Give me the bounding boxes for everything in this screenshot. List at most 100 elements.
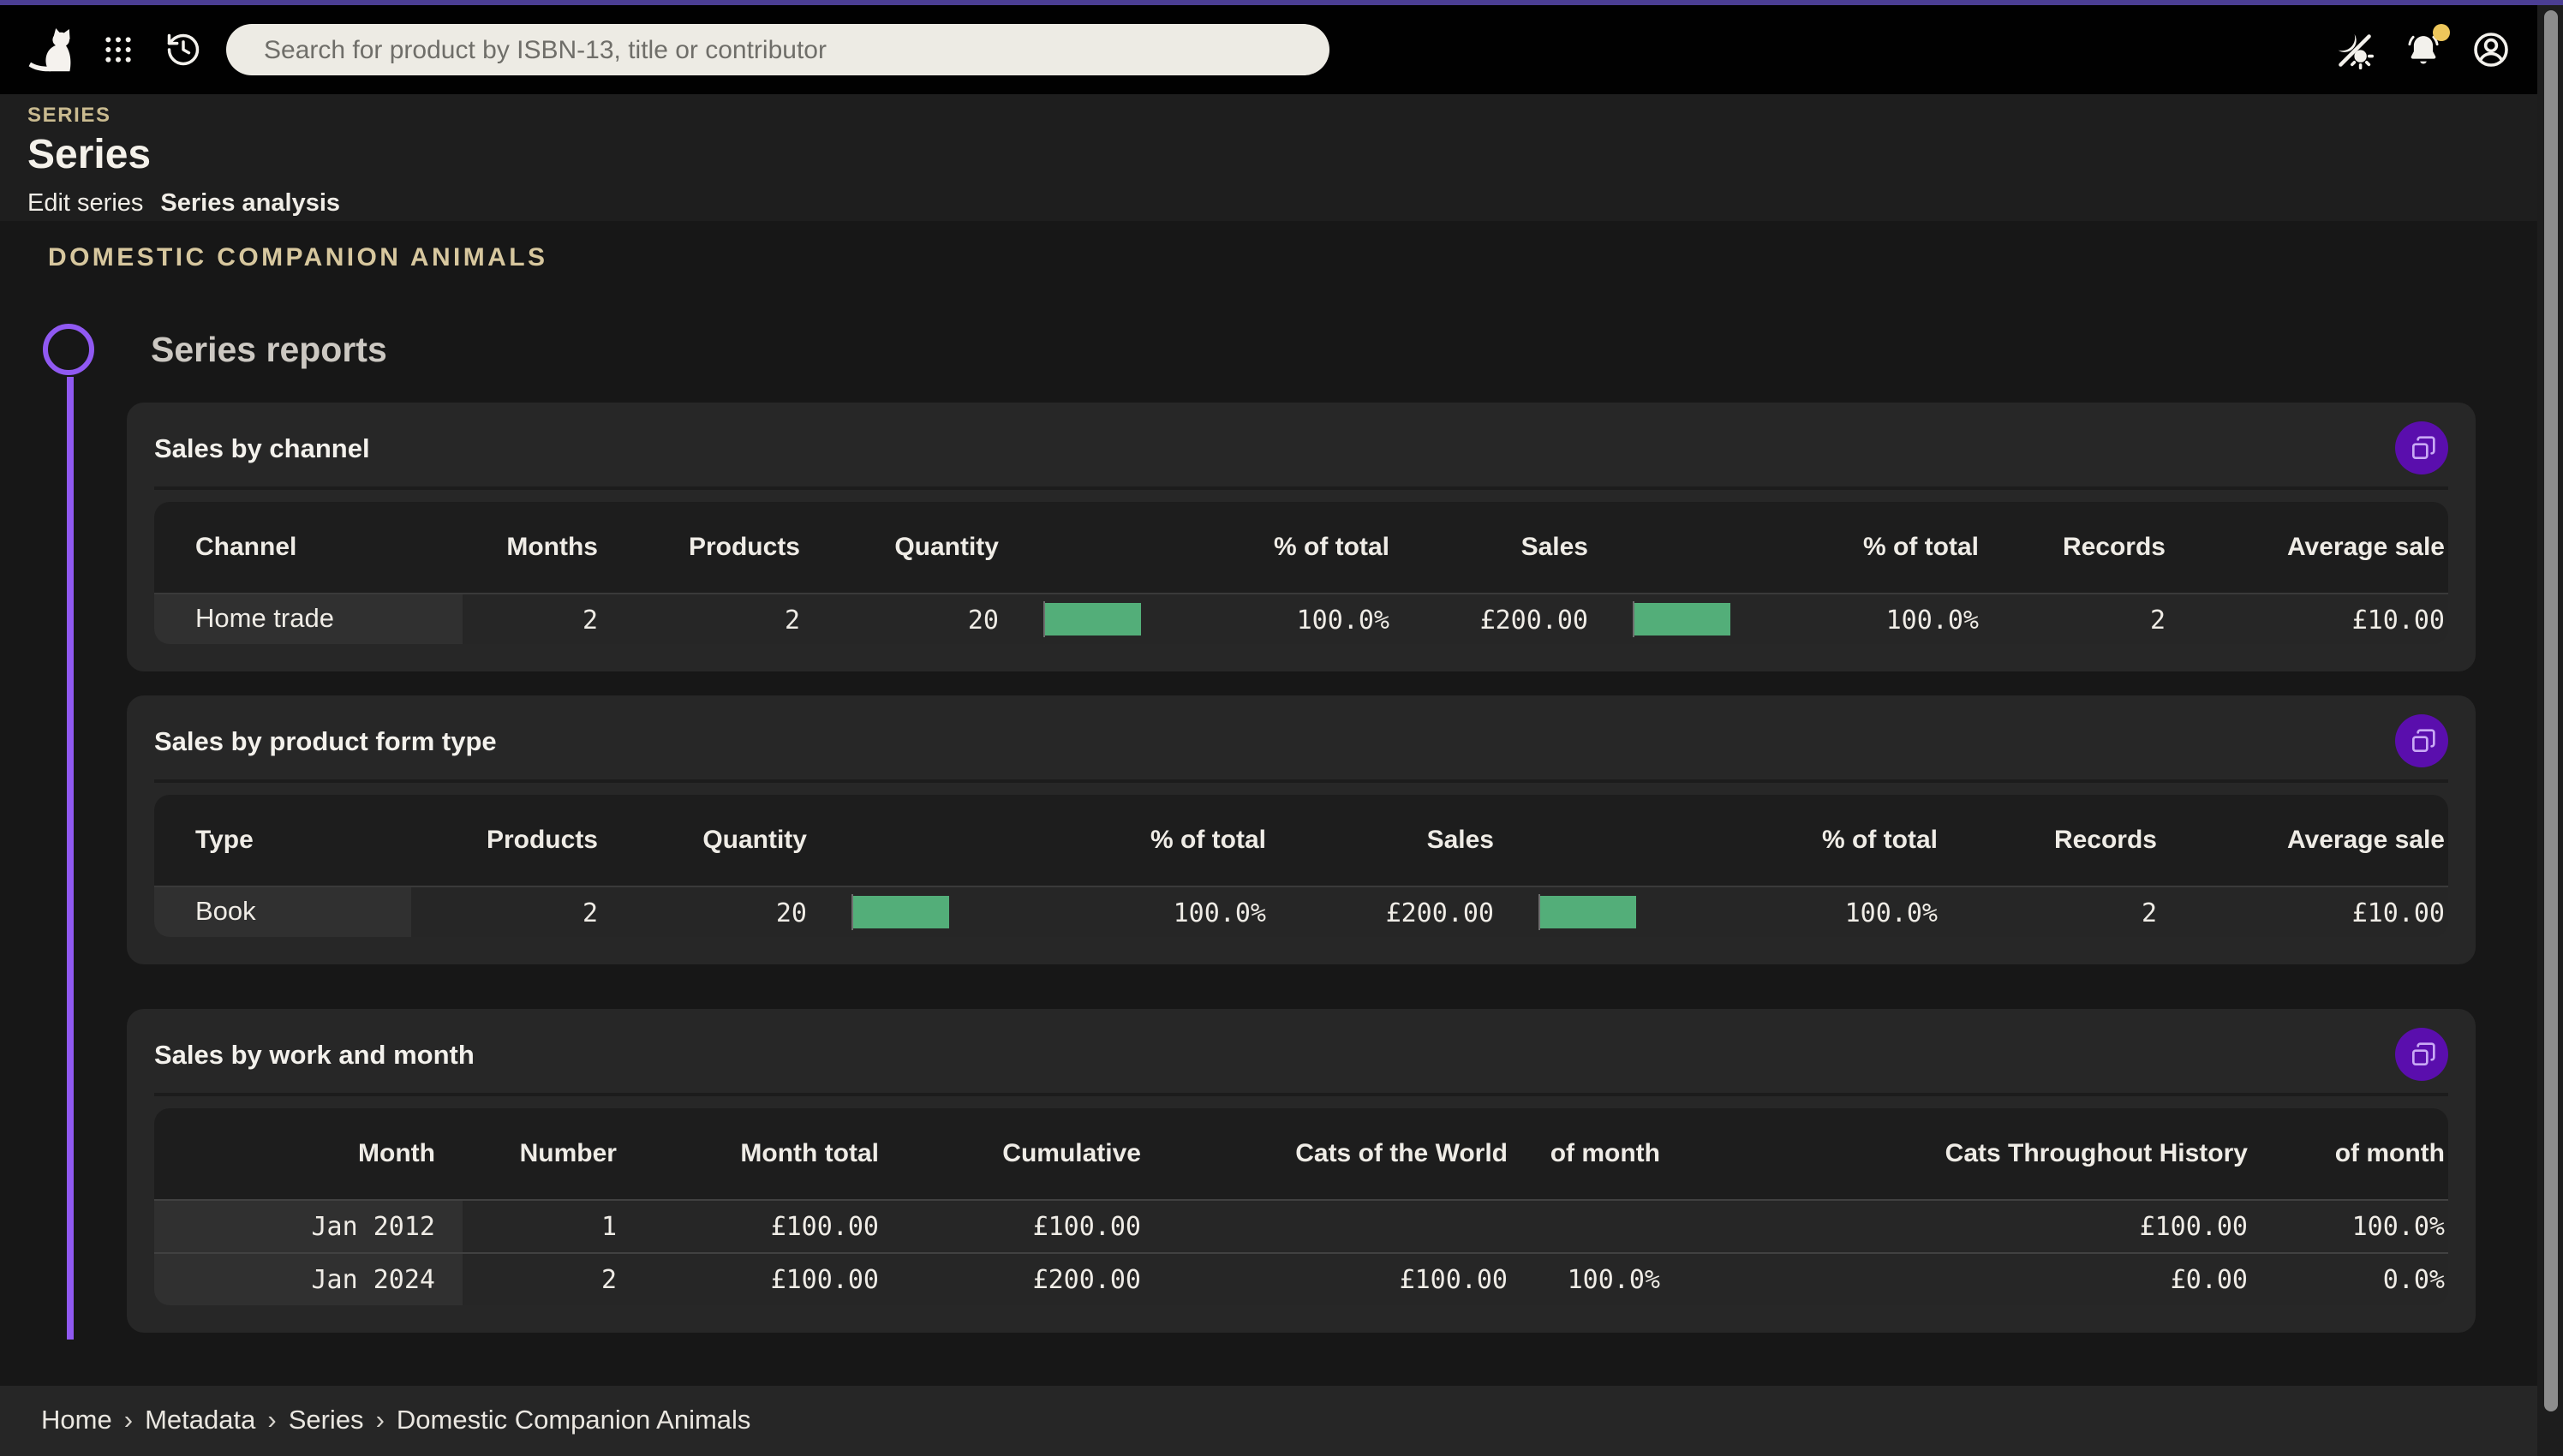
column-header: Quantity: [827, 502, 1026, 594]
table-cell: [1535, 1200, 1688, 1253]
breadcrumb-link-home[interactable]: Home: [41, 1406, 112, 1435]
column-header-bar: [1026, 502, 1180, 594]
table-cell: £200.00: [1417, 594, 1616, 644]
table-cell: [1168, 1200, 1535, 1253]
copy-report-button[interactable]: [2395, 714, 2448, 767]
sales-by-work-and-month-table: Month Number Month total Cumulative Cats…: [154, 1108, 2448, 1305]
column-header-bar: [1521, 795, 1676, 886]
history-button[interactable]: [161, 27, 206, 72]
page-overline: SERIES: [27, 103, 2563, 127]
column-header: % of total: [1180, 502, 1417, 594]
history-icon: [164, 31, 202, 69]
column-header: Month: [154, 1108, 463, 1200]
table-cell: £200.00: [1293, 886, 1521, 937]
copy-icon: [2408, 1041, 2435, 1068]
breadcrumb: Home›Metadata›Series›Domestic Companion …: [0, 1386, 2563, 1456]
cat-logo-icon: [26, 27, 81, 73]
main-content: DOMESTIC COMPANION ANIMALS Series report…: [0, 221, 2563, 1377]
bar-cell: [834, 886, 989, 937]
table-cell: 100.0%: [1676, 886, 1965, 937]
breadcrumb-link-metadata[interactable]: Metadata: [145, 1406, 255, 1435]
column-header: Cumulative: [906, 1108, 1168, 1200]
table-cell: 2: [463, 1253, 644, 1305]
card-divider: [154, 1093, 2448, 1096]
row-label-cell: Jan 2024: [154, 1253, 463, 1305]
notifications-button[interactable]: [2400, 27, 2445, 72]
table-row: Home trade 2 2 20 100.0% £200.00: [154, 594, 2448, 644]
notification-badge: [2433, 24, 2450, 41]
table-cell: 2: [411, 886, 625, 937]
table-cell: 20: [827, 594, 1026, 644]
breadcrumb-current: Domestic Companion Animals: [397, 1406, 751, 1435]
table-row: Jan 2024 2 £100.00 £200.00 £100.00 100.0…: [154, 1253, 2448, 1305]
table-cell: 100.0%: [989, 886, 1293, 937]
column-header: Records: [2006, 502, 2193, 594]
column-header: % of total: [989, 795, 1293, 886]
breadcrumb-link-series[interactable]: Series: [289, 1406, 364, 1435]
table-row: Book 2 20 100.0% £200.00: [154, 886, 2448, 937]
report-card-sales-by-product-form-type: Sales by product form type: [127, 695, 2476, 964]
copy-icon: [2408, 434, 2435, 462]
card-divider: [154, 486, 2448, 490]
column-header: Cats Throughout History: [1688, 1108, 2275, 1200]
app-logo-cat[interactable]: [24, 15, 82, 84]
column-header: Type: [154, 795, 411, 886]
table-cell: £100.00: [1168, 1253, 1535, 1305]
timeline-line: [66, 377, 73, 1340]
quantity-bar: [1043, 603, 1141, 636]
column-header: Channel: [154, 502, 463, 594]
product-search: [226, 24, 1329, 75]
table-header-row: Channel Months Products Quantity % of to…: [154, 502, 2448, 594]
page-header: SERIES Series Edit series Series analysi…: [0, 94, 2563, 221]
table-cell: 100.0%: [1535, 1253, 1688, 1305]
breadcrumb-separator: ›: [376, 1406, 385, 1435]
table-row: Jan 2012 1 £100.00 £100.00 £100.00 100.0…: [154, 1200, 2448, 1253]
column-header: Quantity: [625, 795, 834, 886]
scrollbar-track[interactable]: [2537, 5, 2563, 1456]
table-cell: 2: [1965, 886, 2184, 937]
column-header: Records: [1965, 795, 2184, 886]
column-header: Month total: [644, 1108, 906, 1200]
table-cell: £100.00: [1688, 1200, 2275, 1253]
card-divider: [154, 779, 2448, 783]
table-cell: £0.00: [1688, 1253, 2275, 1305]
row-label-cell: Jan 2012: [154, 1200, 463, 1253]
scrollbar-thumb[interactable]: [2543, 10, 2557, 1411]
quantity-bar: [851, 896, 949, 928]
table-cell: £10.00: [2193, 594, 2448, 644]
table-header-row: Month Number Month total Cumulative Cats…: [154, 1108, 2448, 1200]
table-cell: £200.00: [906, 1253, 1168, 1305]
table-cell: 20: [625, 886, 834, 937]
report-title: Sales by work and month: [154, 1041, 475, 1072]
theme-toggle-icon: [2333, 29, 2375, 70]
column-header: Number: [463, 1108, 644, 1200]
copy-report-button[interactable]: [2395, 421, 2448, 474]
row-label-cell: Book: [154, 886, 411, 937]
bar-cell: [1026, 594, 1180, 644]
copy-report-button[interactable]: [2395, 1028, 2448, 1081]
sales-by-channel-table: Channel Months Products Quantity % of to…: [154, 502, 2448, 644]
column-header: Products: [625, 502, 827, 594]
page-title: Series: [27, 132, 2563, 180]
bar-cell: [1616, 594, 1770, 644]
sales-by-product-form-type-table: Type Products Quantity % of total Sales …: [154, 795, 2448, 937]
theme-toggle-button[interactable]: [2332, 27, 2376, 72]
column-header: Sales: [1293, 795, 1521, 886]
report-title: Sales by channel: [154, 435, 370, 466]
sales-bar: [1538, 896, 1636, 928]
top-app-bar: [0, 5, 2537, 94]
search-input[interactable]: [260, 33, 1295, 66]
table-cell: 0.0%: [2275, 1253, 2448, 1305]
column-header: Months: [463, 502, 625, 594]
account-button[interactable]: [2469, 27, 2513, 72]
column-header: Cats of the World: [1168, 1108, 1535, 1200]
table-cell: 100.0%: [1180, 594, 1417, 644]
table-cell: 100.0%: [1770, 594, 2006, 644]
breadcrumb-separator: ›: [267, 1406, 276, 1435]
table-cell: 2: [625, 594, 827, 644]
table-cell: 1: [463, 1200, 644, 1253]
column-header: Average sale: [2184, 795, 2448, 886]
apps-grid-button[interactable]: [96, 27, 140, 72]
column-header-bar: [1616, 502, 1770, 594]
column-header: % of total: [1770, 502, 2006, 594]
